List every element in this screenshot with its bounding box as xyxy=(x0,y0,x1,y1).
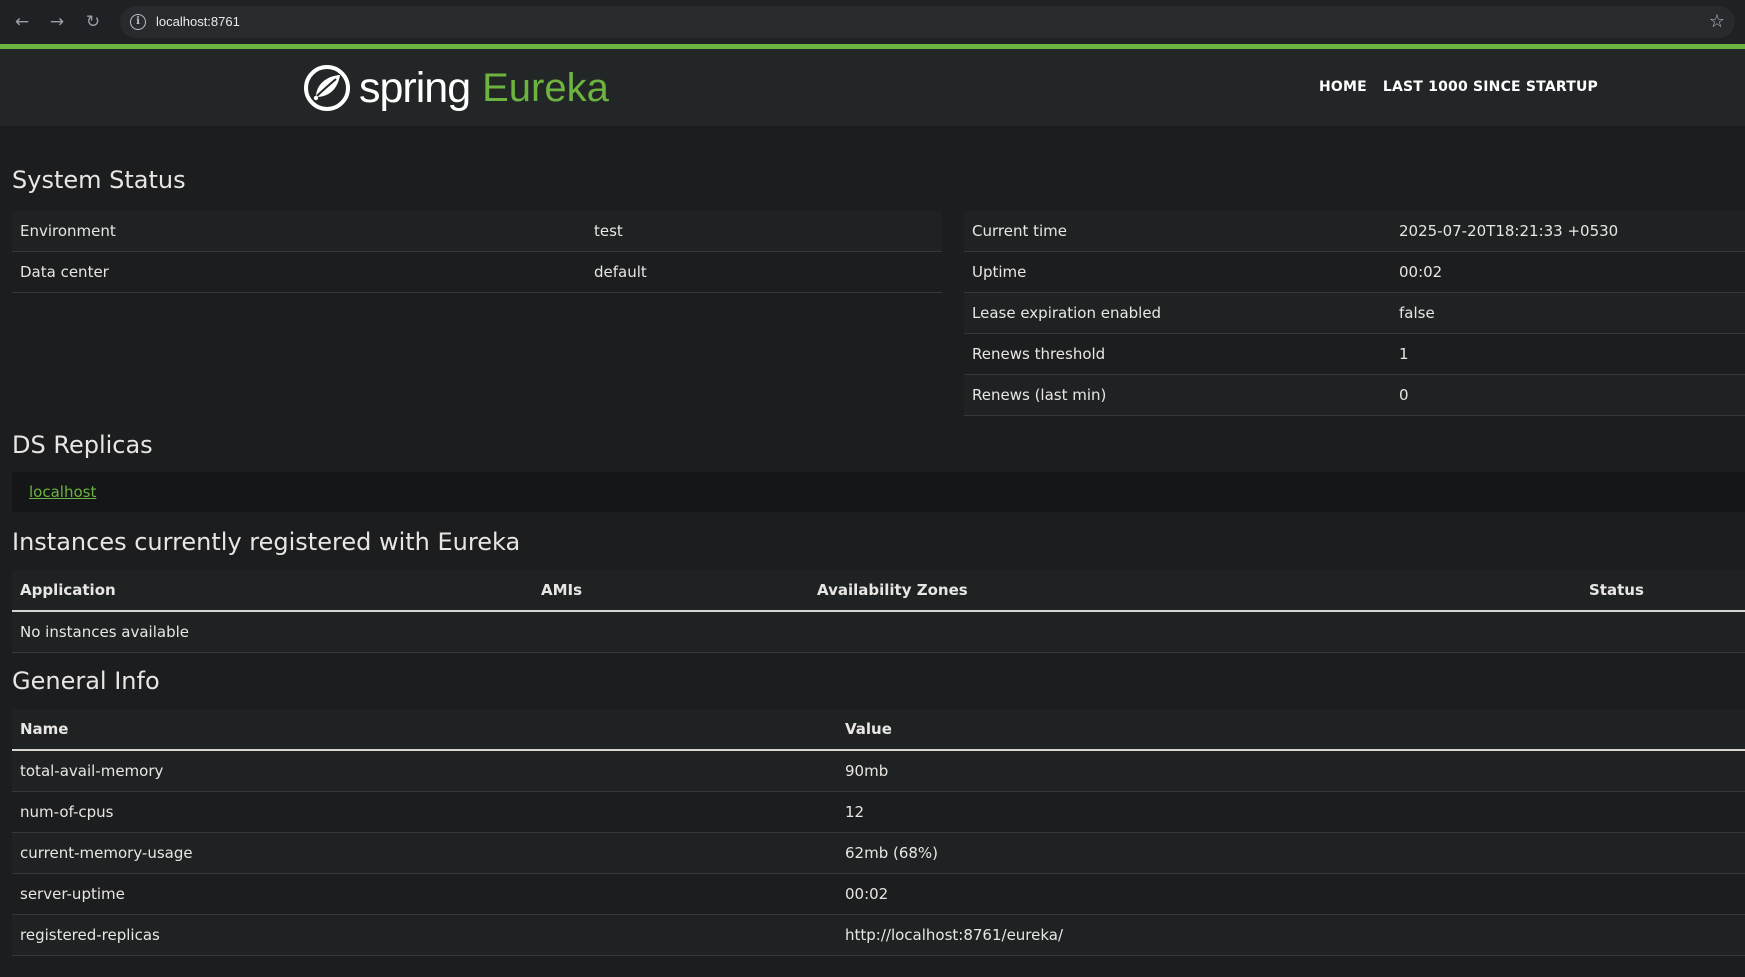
status-value: default xyxy=(586,251,942,293)
status-label: Uptime xyxy=(964,251,1391,293)
status-label: Current time xyxy=(964,211,1391,252)
status-label: Lease expiration enabled xyxy=(964,292,1391,334)
arrow-right-icon[interactable]: → xyxy=(45,10,69,34)
replica-link[interactable]: localhost xyxy=(29,483,96,501)
col-status: Status xyxy=(1581,570,1745,612)
status-row: Renews (last min) 0 xyxy=(964,374,1745,416)
table-row: current-memory-usage 62mb (68%) xyxy=(12,832,1745,874)
arrow-left-icon[interactable]: ← xyxy=(10,10,34,34)
system-status-left-table: Environment test Data center default xyxy=(12,211,942,293)
brand-spring-text: spring xyxy=(359,63,471,112)
status-value: 2025-07-20T18:21:33 +0530 xyxy=(1391,211,1745,252)
status-value: 1 xyxy=(1391,333,1745,375)
info-name: total-avail-memory xyxy=(12,750,837,792)
address-bar[interactable]: i localhost:8761 ☆ xyxy=(120,6,1735,38)
browser-toolbar: ← → ↻ i localhost:8761 ☆ xyxy=(0,0,1745,44)
info-value: 90mb xyxy=(837,750,1745,792)
status-row: Current time 2025-07-20T18:21:33 +0530 xyxy=(964,211,1745,252)
spring-leaf-icon xyxy=(304,65,350,111)
nav-home[interactable]: HOME xyxy=(1319,79,1367,95)
ds-replicas-list: localhost xyxy=(12,472,1745,512)
info-value: 12 xyxy=(837,791,1745,833)
general-info-header-row: Name Value xyxy=(12,709,1745,751)
status-label: Data center xyxy=(12,251,586,293)
star-icon[interactable]: ☆ xyxy=(1709,11,1725,33)
status-value: 0 xyxy=(1391,374,1745,416)
table-row: num-of-cpus 12 xyxy=(12,791,1745,833)
table-row: server-uptime 00:02 xyxy=(12,873,1745,915)
app-header: spring Eureka HOME LAST 1000 SINCE START… xyxy=(0,49,1745,126)
table-row: total-avail-memory 90mb xyxy=(12,750,1745,792)
info-value: 00:02 xyxy=(837,873,1745,915)
instances-header-row: Application AMIs Availability Zones Stat… xyxy=(12,570,1745,612)
status-label: Environment xyxy=(12,211,586,252)
info-value: http://localhost:8761/eureka/ xyxy=(837,914,1745,956)
col-name: Name xyxy=(12,709,837,751)
col-availability-zones: Availability Zones xyxy=(809,570,1581,612)
info-name: num-of-cpus xyxy=(12,791,837,833)
brand-logo[interactable]: spring Eureka xyxy=(303,64,609,112)
status-row: Lease expiration enabled false xyxy=(964,292,1745,334)
status-label: Renews threshold xyxy=(964,333,1391,375)
info-name: current-memory-usage xyxy=(12,832,837,874)
status-value: 00:02 xyxy=(1391,251,1745,293)
info-value: 62mb (68%) xyxy=(837,832,1745,874)
no-instances-text: No instances available xyxy=(12,611,1745,653)
reload-icon[interactable]: ↻ xyxy=(81,10,105,34)
ds-replicas-title: DS Replicas xyxy=(12,431,153,459)
status-row: Uptime 00:02 xyxy=(964,251,1745,293)
status-row: Data center default xyxy=(12,251,942,293)
info-name: registered-replicas xyxy=(12,914,837,956)
system-status-section: System Status Environment test Data cent… xyxy=(12,126,1745,416)
brand-eureka-text: Eureka xyxy=(482,65,609,110)
url-text[interactable]: localhost:8761 xyxy=(156,13,240,31)
main-content: System Status Environment test Data cent… xyxy=(12,126,1745,956)
nav-last-1000[interactable]: LAST 1000 SINCE STARTUP xyxy=(1383,79,1598,95)
instances-table: Application AMIs Availability Zones Stat… xyxy=(12,570,1745,653)
status-value: test xyxy=(586,211,942,252)
instances-title: Instances currently registered with Eure… xyxy=(12,528,521,556)
top-nav: HOME LAST 1000 SINCE STARTUP xyxy=(1319,79,1598,95)
general-info-title: General Info xyxy=(12,667,160,695)
status-row: Environment test xyxy=(12,211,942,252)
col-value: Value xyxy=(837,709,1745,751)
system-status-title: System Status xyxy=(12,166,186,194)
status-value: false xyxy=(1391,292,1745,334)
status-label: Renews (last min) xyxy=(964,374,1391,416)
system-status-right-table: Current time 2025-07-20T18:21:33 +0530 U… xyxy=(964,211,1745,416)
col-amis: AMIs xyxy=(533,570,809,612)
info-name: server-uptime xyxy=(12,873,837,915)
info-icon[interactable]: i xyxy=(130,14,146,30)
col-application: Application xyxy=(12,570,533,612)
table-row: No instances available xyxy=(12,611,1745,653)
table-row: registered-replicas http://localhost:876… xyxy=(12,914,1745,956)
general-info-table: Name Value total-avail-memory 90mb num-o… xyxy=(12,709,1745,956)
status-row: Renews threshold 1 xyxy=(964,333,1745,375)
